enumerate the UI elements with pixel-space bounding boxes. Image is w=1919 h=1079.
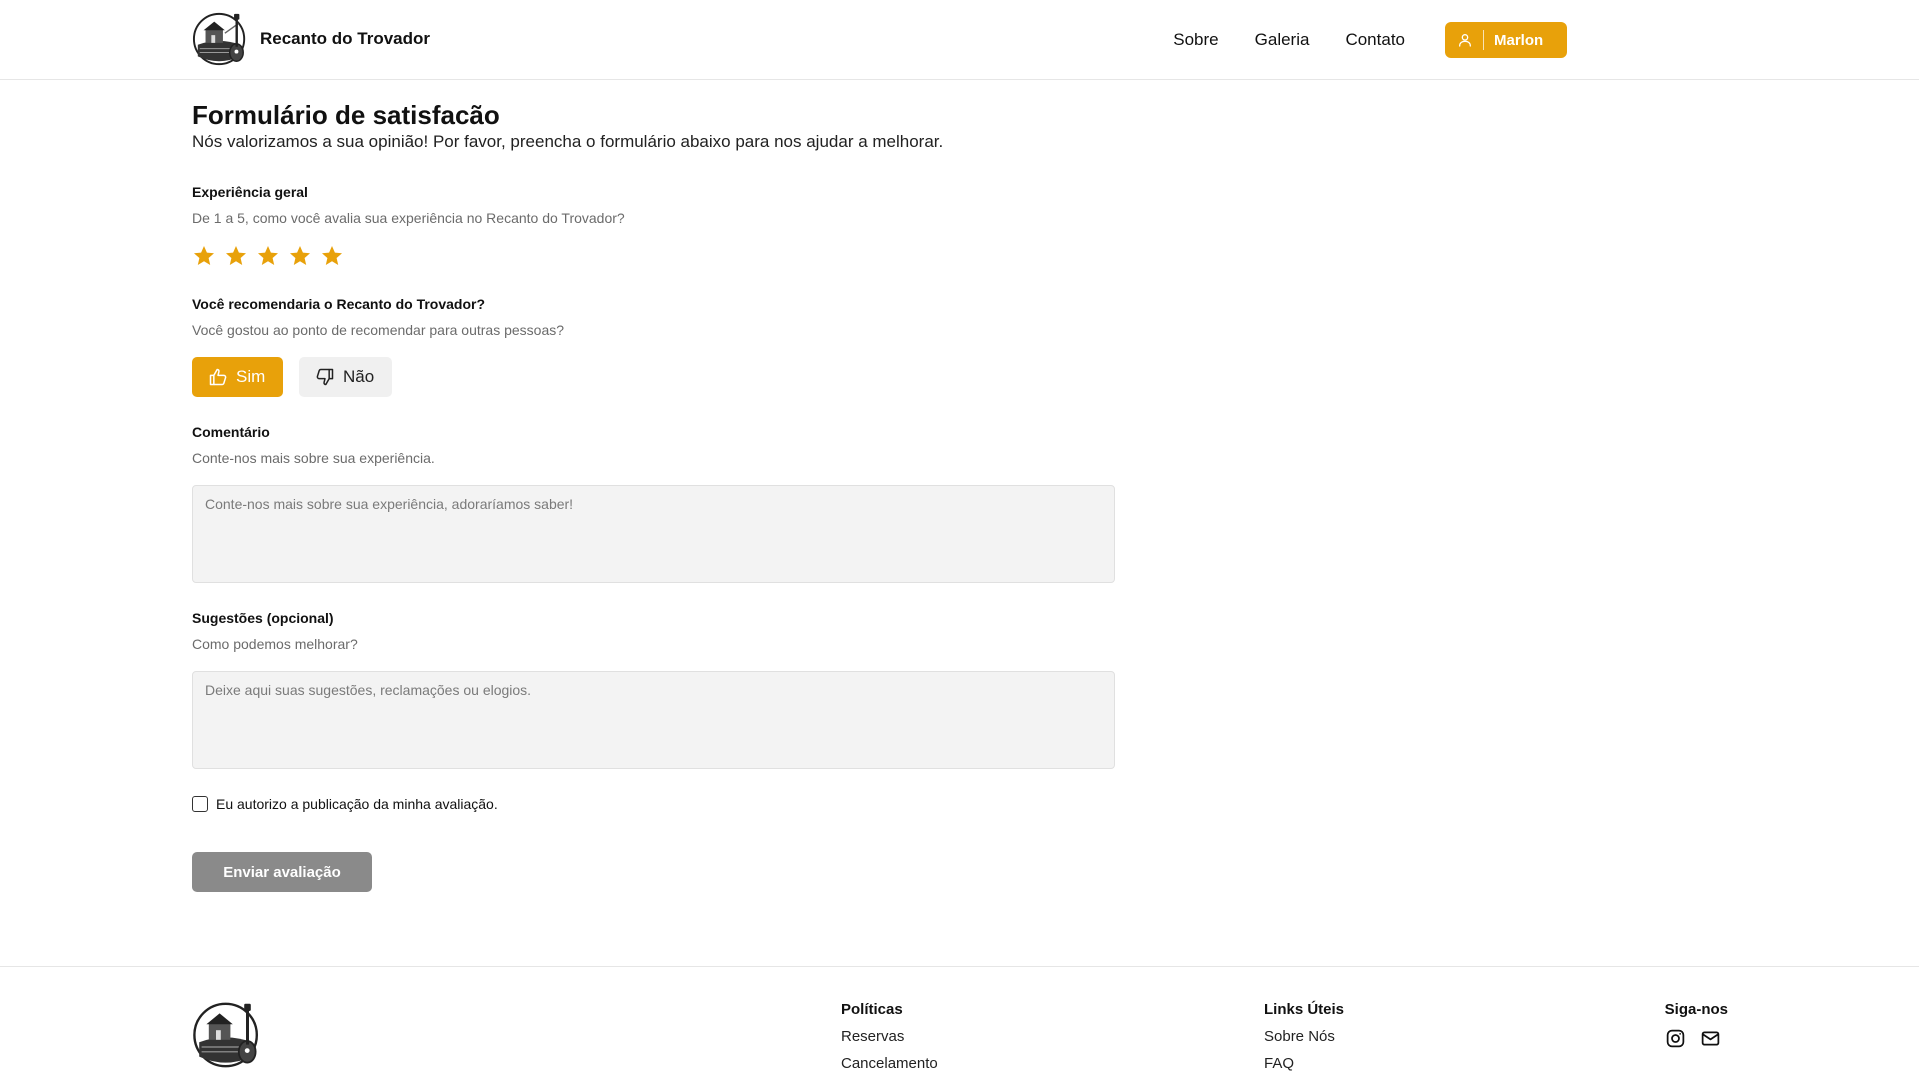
logo-icon: [192, 12, 246, 66]
page-subtitle: Nós valorizamos a sua opinião! Por favor…: [192, 132, 944, 151]
footer-policies: Políticas Reservas Cancelamento: [841, 1001, 938, 1072]
nav-link-galeria[interactable]: Galeria: [1255, 30, 1310, 50]
footer-social: Siga-nos: [1665, 1001, 1728, 1049]
suggestions-label: Sugestões (opcional): [192, 610, 334, 626]
experience-help: De 1 a 5, como você avalia sua experiênc…: [192, 210, 625, 226]
footer-link-sobre-nos[interactable]: Sobre Nós: [1264, 1028, 1344, 1045]
brand[interactable]: Recanto do Trovador: [192, 10, 430, 68]
nav-link-contato[interactable]: Contato: [1345, 30, 1405, 50]
page-title: Formulário de satisfacão: [192, 100, 500, 130]
footer-link-reservas[interactable]: Reservas: [841, 1028, 938, 1045]
suggestions-textarea[interactable]: [192, 671, 1115, 769]
recommend-label: Você recomendaria o Recanto do Trovador?: [192, 296, 486, 312]
site-header: Recanto do Trovador Sobre Galeria Contat…: [0, 0, 1919, 80]
main-nav: Sobre Galeria Contato Marlon: [1173, 22, 1567, 58]
comment-textarea[interactable]: [192, 485, 1115, 583]
recommend-options: Sim Não: [192, 357, 392, 397]
consent-label[interactable]: Eu autorizo a publicação da minha avalia…: [216, 796, 498, 812]
star-icon: [290, 246, 310, 265]
site-footer: Políticas Reservas Cancelamento Links Út…: [0, 966, 1919, 1079]
consent-row: Eu autorizo a publicação da minha avalia…: [192, 796, 498, 812]
nav-link-sobre[interactable]: Sobre: [1173, 30, 1218, 50]
comment-help: Conte-nos mais sobre sua experiência.: [192, 450, 435, 466]
recommend-no-label: Não: [343, 367, 375, 386]
star-icon: [258, 246, 278, 265]
instagram-icon[interactable]: [1665, 1028, 1686, 1049]
star-5[interactable]: [320, 244, 344, 268]
star-rating: [192, 244, 344, 268]
submit-button[interactable]: Enviar avaliação: [192, 852, 372, 892]
star-icon: [322, 246, 342, 265]
star-1[interactable]: [192, 244, 216, 268]
recommend-help: Você gostou ao ponto de recomendar para …: [192, 322, 565, 338]
experience-label: Experiência geral: [192, 184, 308, 200]
footer-useful-links-title: Links Úteis: [1264, 1001, 1345, 1018]
suggestions-help: Como podemos melhorar?: [192, 636, 358, 652]
star-icon: [194, 246, 214, 265]
star-3[interactable]: [256, 244, 280, 268]
footer-logo-icon: [193, 1002, 258, 1068]
star-4[interactable]: [288, 244, 312, 268]
star-2[interactable]: [224, 244, 248, 268]
footer-social-title: Siga-nos: [1664, 1001, 1728, 1018]
user-name: Marlon: [1494, 31, 1544, 49]
thumbs-down-icon: [316, 368, 334, 386]
footer-useful-links: Links Úteis Sobre Nós FAQ: [1264, 1001, 1344, 1072]
footer-link-faq[interactable]: FAQ: [1264, 1055, 1344, 1072]
recommend-yes-label: Sim: [236, 367, 266, 386]
comment-label: Comentário: [192, 424, 270, 440]
footer-policies-title: Políticas: [841, 1001, 903, 1018]
user-button-divider: [1483, 30, 1484, 50]
brand-name: Recanto do Trovador: [260, 29, 431, 48]
thumbs-up-icon: [209, 368, 227, 386]
consent-checkbox[interactable]: [192, 796, 208, 812]
mail-icon[interactable]: [1700, 1028, 1721, 1049]
recommend-yes-button[interactable]: Sim: [192, 357, 283, 397]
user-menu-button[interactable]: Marlon: [1445, 22, 1567, 58]
social-icons: [1665, 1028, 1728, 1049]
star-icon: [226, 246, 246, 265]
recommend-no-button[interactable]: Não: [299, 357, 392, 397]
user-icon: [1459, 34, 1471, 47]
footer-link-cancelamento[interactable]: Cancelamento: [841, 1055, 938, 1072]
